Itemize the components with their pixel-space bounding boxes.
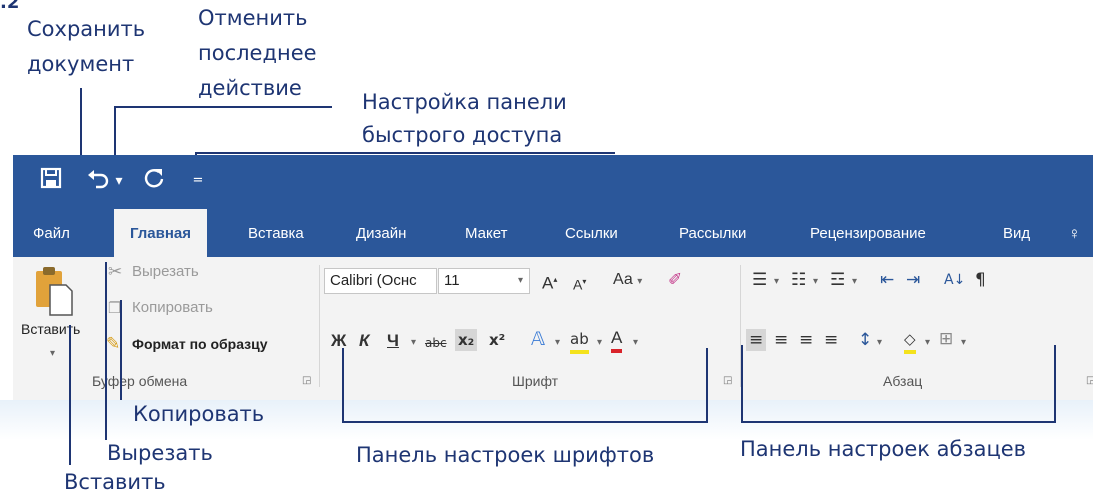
bold-button[interactable]: Ж xyxy=(331,330,346,352)
annotation-font-panel: Панель настроек шрифтов xyxy=(356,443,655,467)
undo-icon[interactable] xyxy=(85,167,111,197)
paste-icon[interactable] xyxy=(34,265,74,321)
sort-icon[interactable]: A↓ xyxy=(944,269,965,291)
copy-button[interactable]: Копировать xyxy=(132,299,213,316)
customize-qat-icon[interactable]: = xyxy=(191,167,205,195)
borders-icon[interactable]: ⊞ xyxy=(939,328,953,350)
underline-button[interactable]: Ч xyxy=(387,330,399,352)
font-group-label: Шрифт xyxy=(512,373,559,389)
strikethrough-button[interactable]: abc xyxy=(425,332,447,354)
tab-layout[interactable]: Макет xyxy=(465,209,507,257)
leader-qat-h xyxy=(195,152,615,154)
text-effects-dropdown-icon[interactable]: ▾ xyxy=(555,332,560,354)
clear-format-icon[interactable]: ✐ xyxy=(668,269,682,291)
leader-font-right xyxy=(706,348,708,423)
bullets-icon[interactable]: ☰ xyxy=(752,269,767,291)
tab-design[interactable]: Дизайн xyxy=(356,209,406,257)
multilevel-dropdown-icon[interactable]: ▾ xyxy=(852,271,857,293)
change-case-button[interactable]: Аа ▾ xyxy=(613,269,642,293)
tab-home[interactable]: Главная xyxy=(114,209,208,258)
leader-copy xyxy=(120,300,122,400)
tab-insert[interactable]: Вставка xyxy=(248,209,304,257)
clipboard-launcher-icon[interactable]: ◲ xyxy=(302,375,311,386)
justify-icon[interactable]: ≡ xyxy=(824,329,838,351)
lightbulb-icon[interactable]: ♀ xyxy=(1068,209,1081,257)
font-size-value: 11 xyxy=(444,272,460,289)
bullets-dropdown-icon[interactable]: ▾ xyxy=(774,271,779,293)
tab-review[interactable]: Рецензирование xyxy=(810,209,926,257)
paste-dropdown-icon[interactable]: ▾ xyxy=(50,343,55,365)
leader-para-right xyxy=(1054,345,1056,423)
subscript-button[interactable]: x₂ xyxy=(455,329,478,351)
underline-dropdown-icon[interactable]: ▾ xyxy=(411,332,416,354)
paragraph-launcher-icon[interactable]: ◲ xyxy=(1086,375,1093,386)
tab-references[interactable]: Ссылки xyxy=(565,209,618,257)
align-center-icon[interactable]: ≡ xyxy=(774,329,788,351)
grow-font-icon[interactable]: A▴ xyxy=(542,269,557,295)
ribbon-home: Вставить ▾ ✂ Вырезать ❐ Копировать ✎ Фор… xyxy=(13,257,1093,401)
tab-file[interactable]: Файл xyxy=(33,209,70,257)
ribbon-tabs: Файл Главная Вставка Дизайн Макет Ссылки… xyxy=(13,209,1093,258)
multilevel-list-icon[interactable]: ☲ xyxy=(830,269,845,291)
chevron-down-icon: ▾ xyxy=(517,275,523,286)
font-name-box[interactable]: Calibri (Оснс xyxy=(324,268,437,294)
cut-button[interactable]: Вырезать xyxy=(132,263,199,280)
superscript-button[interactable]: x² xyxy=(489,329,505,351)
italic-button[interactable]: К xyxy=(359,330,369,352)
undo-dropdown-icon[interactable]: ▾ xyxy=(113,167,125,195)
decrease-indent-icon[interactable]: ⇤ xyxy=(880,269,894,291)
align-right-icon[interactable]: ≡ xyxy=(799,329,813,351)
annotation-cut: Вырезать xyxy=(107,441,213,465)
quick-access-toolbar: ▾ = xyxy=(13,155,1093,209)
numbering-icon[interactable]: ☷ xyxy=(791,269,806,291)
figure-number: .2 xyxy=(0,0,20,13)
format-painter-button[interactable]: Формат по образцу xyxy=(132,336,268,352)
align-left-icon[interactable]: ≡ xyxy=(746,329,767,351)
borders-dropdown-icon[interactable]: ▾ xyxy=(961,332,966,354)
font-color-dropdown-icon[interactable]: ▾ xyxy=(633,332,638,354)
annotation-save-document: Сохранить документ xyxy=(27,17,146,76)
annotation-paste: Вставить xyxy=(64,470,166,494)
tab-mailings[interactable]: Рассылки xyxy=(679,209,746,257)
paste-button[interactable]: Вставить xyxy=(21,321,80,337)
annotation-paragraph-panel: Панель настроек абзацев xyxy=(740,437,1027,461)
redo-icon[interactable] xyxy=(141,167,167,197)
show-marks-icon[interactable]: ¶ xyxy=(975,269,986,291)
tab-view[interactable]: Вид xyxy=(1003,209,1030,257)
line-spacing-icon[interactable]: ↕ xyxy=(858,329,872,351)
increase-indent-icon[interactable]: ⇥ xyxy=(906,269,920,291)
leader-para-left xyxy=(741,345,743,423)
shading-dropdown-icon[interactable]: ▾ xyxy=(925,332,930,354)
cut-icon[interactable]: ✂ xyxy=(108,261,122,283)
shading-icon[interactable]: ◇ xyxy=(904,328,916,354)
leader-font-bottom xyxy=(342,421,708,423)
annotation-undo: Отменить последнее действие xyxy=(198,6,317,100)
annotation-qat-customize: Настройка панели быстрого доступа xyxy=(362,90,567,147)
text-effects-icon[interactable]: 𝔸 xyxy=(531,328,545,350)
numbering-dropdown-icon[interactable]: ▾ xyxy=(813,271,818,293)
leader-paste xyxy=(69,325,71,465)
highlight-color-icon[interactable]: ab xyxy=(570,328,589,354)
highlight-dropdown-icon[interactable]: ▾ xyxy=(597,332,602,354)
font-launcher-icon[interactable]: ◲ xyxy=(723,375,732,386)
paragraph-group-label: Абзац xyxy=(883,373,923,389)
line-spacing-dropdown-icon[interactable]: ▾ xyxy=(877,332,882,354)
leader-font-left xyxy=(342,348,344,422)
shrink-font-icon[interactable]: A▾ xyxy=(573,271,586,296)
change-case-label: Аа xyxy=(613,271,633,288)
font-color-icon[interactable]: A xyxy=(611,327,623,353)
leader-para-bottom xyxy=(741,421,1056,423)
annotation-copy: Копировать xyxy=(133,402,265,426)
leader-undo-h xyxy=(114,106,332,108)
format-painter-icon[interactable]: ✎ xyxy=(106,333,120,355)
leader-cut xyxy=(105,262,107,440)
save-icon[interactable] xyxy=(37,167,65,197)
font-size-box[interactable]: 11 ▾ xyxy=(438,268,530,294)
divider xyxy=(319,265,320,387)
